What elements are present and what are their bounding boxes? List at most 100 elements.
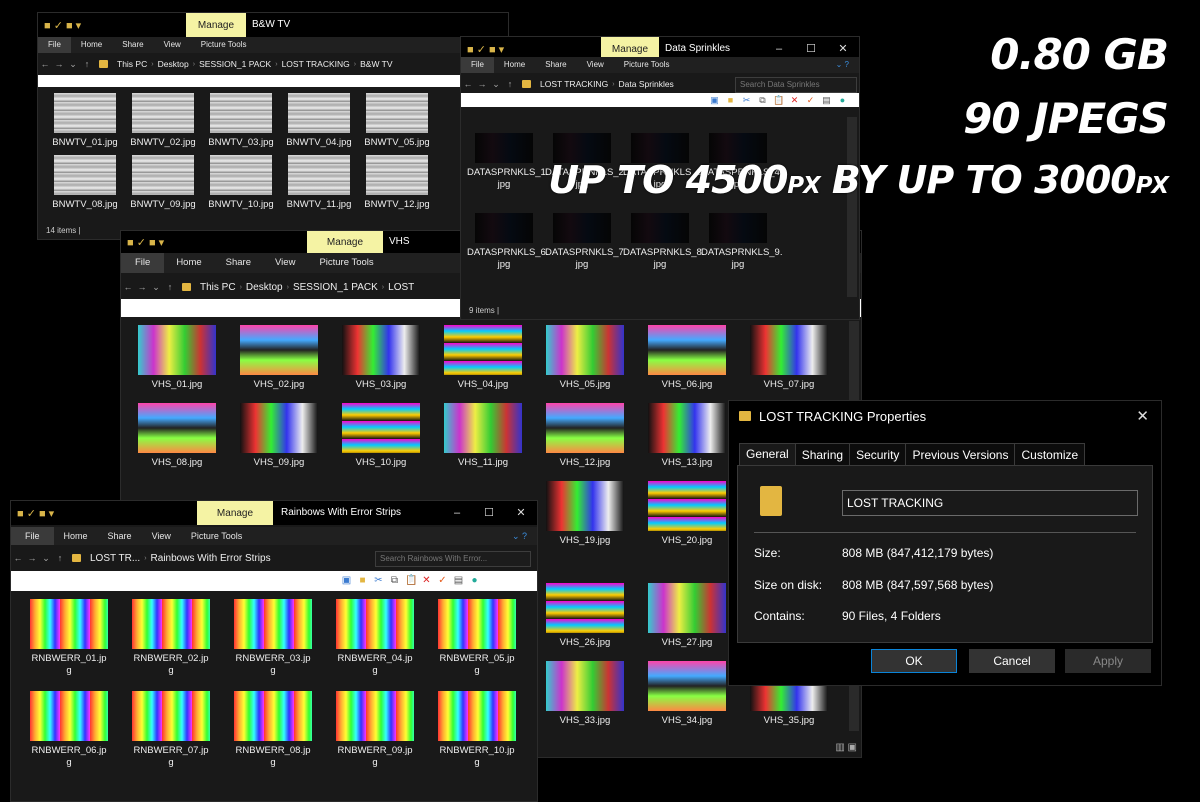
view-icon[interactable]: ▣ (709, 93, 720, 107)
manage-tab[interactable]: Manage (307, 231, 383, 253)
view-icon[interactable]: ▣ (341, 574, 352, 588)
file-item[interactable]: BNWTV_03.jpg (202, 93, 280, 149)
file-item[interactable]: VHS_13.jpg (641, 403, 733, 469)
file-item[interactable]: RNBWERR_08.jp g (225, 691, 321, 769)
file-item[interactable]: VHS_11.jpg (437, 403, 529, 469)
file-item[interactable]: DATASPRNKLS_6. jpg (467, 213, 548, 271)
file-item[interactable]: VHS_04.jpg (437, 325, 529, 391)
tab-picture-tools[interactable]: Picture Tools (181, 527, 252, 545)
file-item[interactable]: DATASPRNKLS_8. jpg (623, 213, 704, 271)
up-arrow-icon[interactable]: ↑ (80, 59, 94, 69)
check-icon[interactable]: ✓ (805, 93, 816, 107)
breadcrumb[interactable]: LOST TRACKING (278, 59, 354, 69)
properties-icon[interactable]: ▤ (453, 574, 464, 588)
network-icon[interactable]: ● (837, 93, 848, 107)
copy-icon[interactable]: ⧉ (757, 93, 768, 107)
tab-file[interactable]: File (38, 37, 71, 53)
manage-tab[interactable]: Manage (186, 13, 246, 37)
file-item[interactable]: RNBWERR_03.jp g (225, 599, 321, 677)
tab-home[interactable]: Home (164, 253, 213, 273)
file-item[interactable]: VHS_03.jpg (335, 325, 427, 391)
back-arrow-icon[interactable]: ← (11, 553, 25, 563)
breadcrumb[interactable]: SESSION_1 PACK (289, 282, 382, 293)
file-item[interactable]: BNWTV_10.jpg (202, 155, 280, 211)
file-item[interactable]: DATASPRNKLS_9. jpg (701, 213, 782, 271)
breadcrumb[interactable]: Desktop (242, 282, 287, 293)
file-item[interactable]: BNWTV_08.jpg (46, 155, 124, 211)
breadcrumb[interactable]: This PC (113, 59, 151, 69)
breadcrumb[interactable]: Rainbows With Error Strips (147, 553, 275, 564)
delete-icon[interactable]: ✕ (789, 93, 800, 107)
file-item[interactable]: VHS_07.jpg (743, 325, 835, 391)
file-item[interactable]: VHS_27.jpg (641, 583, 733, 649)
vertical-scrollbar[interactable] (847, 117, 857, 297)
address-bar[interactable]: ← → ⌄ ↑ This PC › Desktop › SESSION_1 PACK… (38, 53, 508, 75)
file-item[interactable]: VHS_12.jpg (539, 403, 631, 469)
help-icon[interactable]: ⌄ ? (826, 57, 859, 73)
tab-file[interactable]: File (121, 253, 165, 273)
back-arrow-icon[interactable]: ← (38, 59, 52, 69)
cut-icon[interactable]: ✂ (373, 574, 384, 588)
up-arrow-icon[interactable]: ↑ (163, 282, 177, 292)
tab-share[interactable]: Share (214, 253, 263, 273)
breadcrumb[interactable]: Data Sprinkles (615, 79, 678, 89)
file-item[interactable]: RNBWERR_02.jp g (123, 599, 219, 677)
file-item[interactable]: BNWTV_11.jpg (280, 155, 358, 211)
file-item[interactable]: BNWTV_04.jpg (280, 93, 358, 149)
file-item[interactable]: BNWTV_09.jpg (124, 155, 202, 211)
tab-file[interactable]: File (461, 57, 494, 73)
file-item[interactable]: BNWTV_12.jpg (358, 155, 436, 211)
tab-view[interactable]: View (263, 253, 307, 273)
minimize-icon[interactable]: – (441, 501, 473, 525)
cancel-button[interactable]: Cancel (969, 649, 1055, 673)
tab-home[interactable]: Home (71, 37, 112, 53)
file-item[interactable]: VHS_06.jpg (641, 325, 733, 391)
tab-customize[interactable]: Customize (1014, 443, 1086, 466)
search-input[interactable]: Search Rainbows With Error... (375, 551, 531, 567)
breadcrumb[interactable]: LOST (384, 282, 418, 293)
tab-file[interactable]: File (11, 527, 54, 545)
file-item[interactable]: RNBWERR_01.jp g (21, 599, 117, 677)
up-arrow-icon[interactable]: ↑ (53, 553, 67, 563)
delete-icon[interactable]: ✕ (421, 574, 432, 588)
breadcrumb[interactable]: B&W TV (356, 59, 396, 69)
chevron-down-icon[interactable]: ⌄ (489, 79, 503, 90)
folder-name-field[interactable]: LOST TRACKING (842, 490, 1138, 516)
file-item[interactable]: BNWTV_01.jpg (46, 93, 124, 149)
forward-arrow-icon[interactable]: → (25, 553, 39, 563)
file-item[interactable]: VHS_26.jpg (539, 583, 631, 649)
quick-access-icons[interactable]: ■ ✓ ■ ▾ (44, 19, 81, 32)
tab-security[interactable]: Security (849, 443, 907, 466)
file-item[interactable]: RNBWERR_06.jp g (21, 691, 117, 769)
folder-icon[interactable]: ■ (357, 574, 368, 588)
tab-share[interactable]: Share (112, 37, 153, 53)
forward-arrow-icon[interactable]: → (475, 79, 489, 89)
chevron-down-icon[interactable]: ⌄ (66, 59, 80, 70)
close-icon[interactable]: ✕ (505, 501, 537, 525)
file-item[interactable]: RNBWERR_07.jp g (123, 691, 219, 769)
breadcrumb[interactable]: SESSION_1 PACK (195, 59, 275, 69)
rainbows-window[interactable]: ■ ✓ ■ ▾ Manage Rainbows With Error Strip… (10, 500, 538, 802)
paste-icon[interactable]: 📋 (405, 574, 417, 588)
tab-picture-tools[interactable]: Picture Tools (191, 37, 257, 53)
file-item[interactable]: VHS_19.jpg (539, 481, 631, 547)
file-item[interactable]: RNBWERR_09.jp g (327, 691, 423, 769)
apply-button[interactable]: Apply (1065, 649, 1151, 673)
forward-arrow-icon[interactable]: → (52, 59, 66, 69)
quick-access-icons[interactable]: ■ ✓ ■ ▾ (127, 236, 164, 249)
folder-icon[interactable]: ■ (725, 93, 736, 107)
up-arrow-icon[interactable]: ↑ (503, 79, 517, 89)
tab-view[interactable]: View (577, 57, 614, 73)
file-item[interactable]: DATASPRNKLS_7. jpg (545, 213, 626, 271)
tab-picture-tools[interactable]: Picture Tools (307, 253, 385, 273)
bw-tv-window[interactable]: ■ ✓ ■ ▾ Manage B&W TV File Home Share Vi… (37, 12, 509, 240)
file-item[interactable]: BNWTV_02.jpg (124, 93, 202, 149)
file-item[interactable]: VHS_08.jpg (131, 403, 223, 469)
forward-arrow-icon[interactable]: → (135, 282, 149, 292)
tab-general[interactable]: General (739, 443, 796, 466)
title-bar[interactable]: ■ ✓ ■ ▾ Manage Rainbows With Error Strip… (11, 501, 537, 525)
tab-view[interactable]: View (142, 527, 181, 545)
file-item[interactable]: VHS_09.jpg (233, 403, 325, 469)
view-toggle-icons[interactable]: ▥ ▣ (835, 742, 857, 753)
tab-previous-versions[interactable]: Previous Versions (905, 443, 1016, 466)
